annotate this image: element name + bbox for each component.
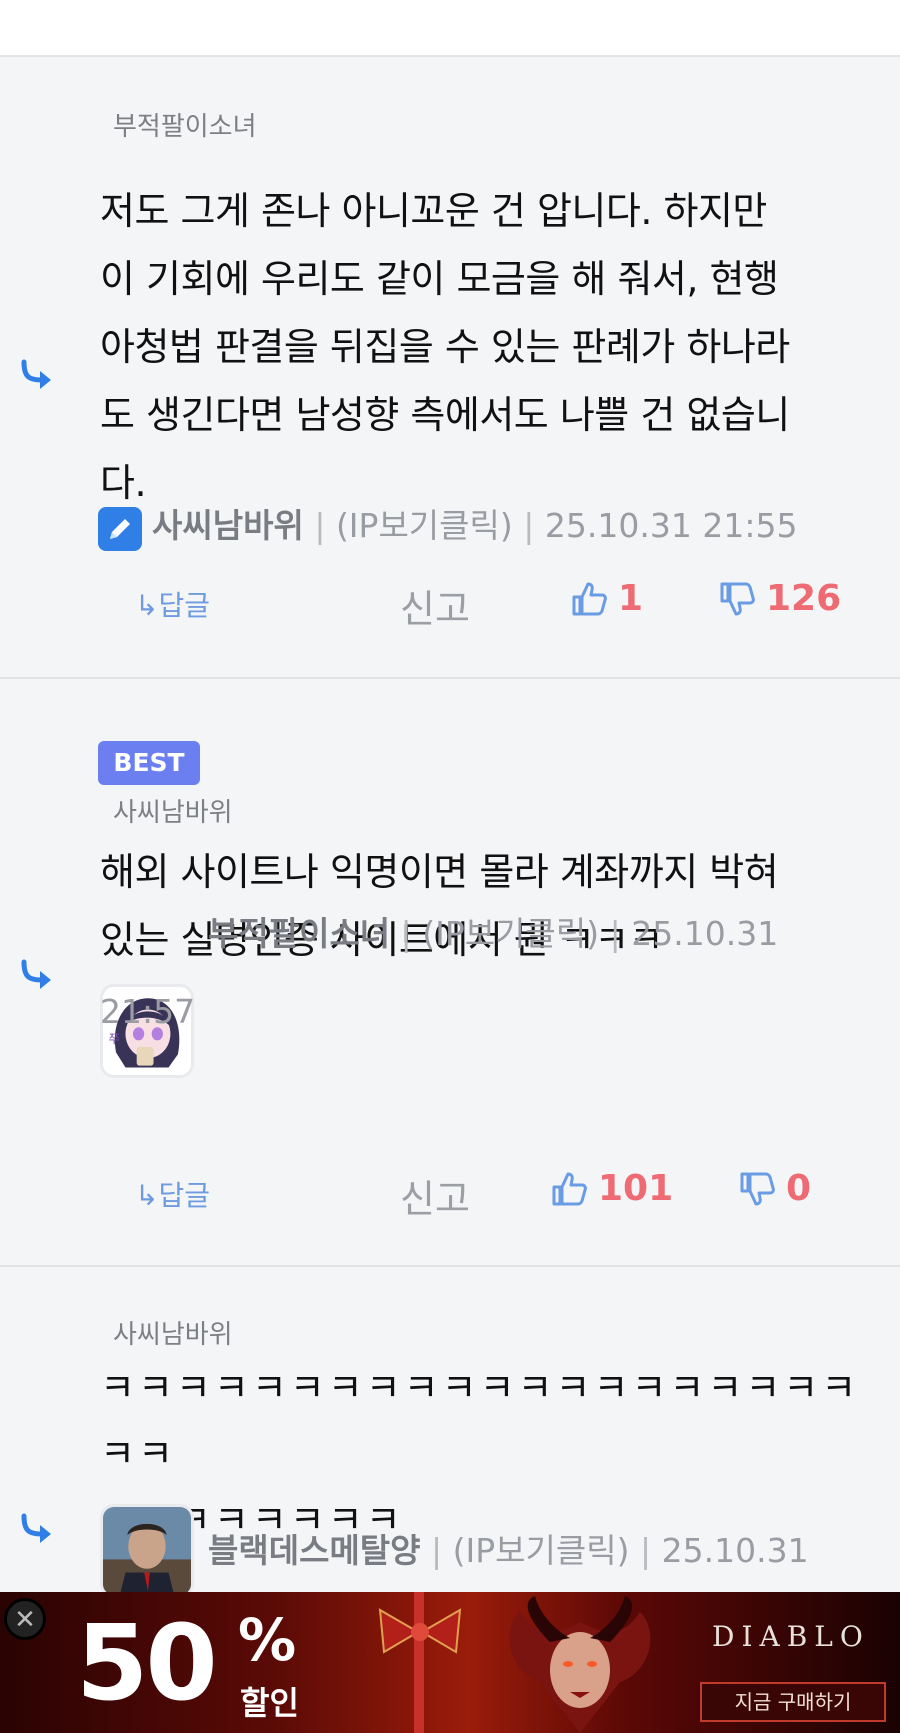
ip-view-link[interactable]: (IP보기클릭) bbox=[422, 914, 599, 953]
comment-line: ㅋㅋㅋㅋㅋㅋㅋㅋㅋㅋㅋㅋㅋㅋㅋㅋㅋㅋㅋㅋㅋㅋ bbox=[100, 1366, 860, 1476]
ribbon-bow-icon bbox=[378, 1592, 462, 1733]
comment-item: BEST 사씨남바위 해외 사이트나 익명이면 몰라 계좌까지 박혀 있는 실명… bbox=[0, 681, 900, 1267]
comment-author[interactable]: 부적팔이소녀 bbox=[208, 914, 390, 953]
reply-button[interactable]: ↳답글 bbox=[135, 584, 210, 624]
dislike-count: 126 bbox=[766, 578, 842, 619]
ip-view-link[interactable]: (IP보기클릭) bbox=[336, 506, 513, 545]
separator: | bbox=[639, 1531, 652, 1570]
comment-line: 저도 그게 존나 아니꼬운 건 압니다. 하지만 bbox=[100, 189, 767, 233]
dislike-button[interactable]: 0 bbox=[738, 1168, 811, 1209]
parent-author-name: 사씨남바위 bbox=[113, 798, 233, 828]
like-count: 101 bbox=[598, 1168, 674, 1209]
comment-text: 저도 그게 존나 아니꼬운 건 압니다. 하지만 이 기회에 우리도 같이 모금… bbox=[100, 177, 860, 517]
separator: | bbox=[523, 506, 535, 545]
reply-arrow-icon bbox=[21, 959, 51, 989]
thumbs-up-icon bbox=[572, 582, 607, 615]
reply-button[interactable]: ↳답글 bbox=[135, 1174, 210, 1214]
comment-item: 사씨남바위 ㅋㅋㅋㅋㅋㅋㅋㅋㅋㅋㅋㅋㅋㅋㅋㅋㅋㅋㅋㅋㅋㅋ ㅋㅋㅋㅋㅋㅋㅋㅋ 블랙… bbox=[0, 1269, 900, 1599]
thumbs-up-icon bbox=[552, 1172, 587, 1205]
best-badge: BEST bbox=[98, 741, 200, 785]
pen-icon bbox=[98, 507, 142, 551]
comment-line: 아청법 판결을 뒤집을 수 있는 판례가 하나라 bbox=[100, 325, 790, 369]
reply-arrow-icon bbox=[21, 1513, 51, 1543]
like-count: 1 bbox=[618, 578, 644, 619]
comment-item: 부적팔이소녀 저도 그게 존나 아니꼬운 건 압니다. 하지만 이 기회에 우리… bbox=[0, 59, 900, 679]
comment-time: 21:57 bbox=[100, 992, 196, 1031]
comment-meta: 부적팔이소녀 | (IP보기클릭) | 25.10.31 21:57 bbox=[100, 895, 880, 1051]
separator: | bbox=[609, 914, 621, 953]
comment-author[interactable]: 사씨남바위 bbox=[152, 506, 304, 545]
ad-sale-text: 할인 bbox=[240, 1684, 299, 1722]
dislike-count: 0 bbox=[786, 1168, 812, 1209]
ip-view-link[interactable]: (IP보기클릭) bbox=[453, 1531, 630, 1570]
ad-buy-now-button[interactable]: 지금 구매하기 bbox=[700, 1682, 886, 1722]
ad-discount-number: 50 bbox=[76, 1602, 218, 1724]
demon-portrait-icon bbox=[509, 1596, 651, 1733]
report-button[interactable]: 신고 bbox=[400, 578, 470, 633]
report-button[interactable]: 신고 bbox=[400, 1168, 470, 1223]
parent-author-name: 사씨남바위 bbox=[113, 1320, 233, 1350]
separator: | bbox=[400, 914, 412, 953]
comment-date: 25.10.31 bbox=[661, 1531, 809, 1570]
parent-author-name: 부적팔이소녀 bbox=[113, 112, 257, 142]
ad-logo: DIABLO bbox=[712, 1620, 870, 1653]
reply-arrow-icon bbox=[21, 359, 51, 389]
comment-line: 이 기회에 우리도 같이 모금을 해 줘서, 현행 bbox=[100, 257, 779, 301]
comment-date: 25.10.31 bbox=[631, 914, 779, 953]
like-button[interactable]: 101 bbox=[550, 1168, 673, 1209]
comment-datetime: 25.10.31 21:55 bbox=[544, 506, 798, 545]
comment-meta: 블랙데스메탈양 | (IP보기클릭) | 25.10.31 bbox=[100, 1512, 880, 1590]
comment-actions: ↳답글 신고 1 126 bbox=[0, 578, 900, 631]
comment-actions: ↳답글 신고 101 0 bbox=[0, 1168, 900, 1221]
ad-percent: % bbox=[238, 1606, 297, 1674]
comment-line: 도 생긴다면 남성향 측에서도 나쁠 건 없습니 bbox=[100, 393, 790, 437]
comment-meta: 사씨남바위 | (IP보기클릭) | 25.10.31 21:55 bbox=[152, 487, 900, 565]
thumbs-down-icon bbox=[720, 582, 755, 615]
separator: | bbox=[431, 1531, 443, 1570]
dislike-button[interactable]: 126 bbox=[718, 578, 841, 619]
like-button[interactable]: 1 bbox=[570, 578, 643, 619]
thumbs-down-icon bbox=[740, 1172, 775, 1205]
top-bar bbox=[0, 0, 900, 57]
close-icon[interactable]: ✕ bbox=[4, 1598, 46, 1640]
separator: | bbox=[314, 506, 326, 545]
comment-author[interactable]: 블랙데스메탈양 bbox=[208, 1531, 421, 1570]
ad-banner[interactable]: ✕ 50 % 할인 DIABLO 지금 구매하기 bbox=[0, 1592, 900, 1733]
